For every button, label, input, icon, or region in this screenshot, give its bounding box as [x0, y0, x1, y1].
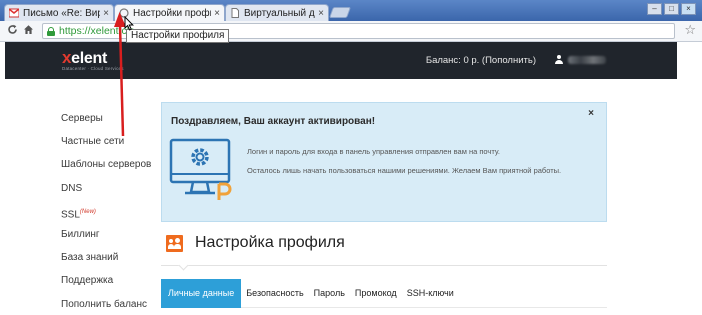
- sidebar-item-dns[interactable]: DNS: [61, 183, 159, 206]
- balance-link[interactable]: Баланс: 0 р. (Пополнить): [426, 55, 536, 66]
- divider-notch: [178, 260, 189, 271]
- browser-tab-label: Настройки профил: [133, 7, 211, 19]
- logo-tagline: Datacenter · Cloud Services: [62, 66, 124, 71]
- browser-toolbar: https://xelent.clo: [0, 21, 702, 42]
- lock-icon: [47, 26, 55, 36]
- alert-close-button[interactable]: ×: [588, 108, 594, 119]
- sidebar-item-support[interactable]: Поддержка: [61, 275, 159, 298]
- browser-tab-label: Виртуальный дата: [244, 7, 315, 19]
- profile-tabs: Личные данные Безопасность Пароль Промок…: [161, 279, 607, 308]
- tab-tooltip: Настройки профиля: [126, 29, 230, 43]
- alert-message-2: Осталось лишь начать пользоваться нашими…: [247, 166, 562, 175]
- window-controls: – □ ×: [647, 3, 696, 15]
- alert-title: Поздравляем, Ваш аккаунт активирован!: [171, 116, 376, 127]
- browser-tab-bar: Письмо «Re: Виртуа × Настройки профил × …: [0, 0, 702, 21]
- new-badge: (New): [79, 208, 96, 215]
- logo-text: elent: [71, 50, 108, 67]
- reload-icon[interactable]: [5, 24, 19, 38]
- browser-tab-mail[interactable]: Письмо «Re: Виртуа ×: [4, 4, 114, 21]
- sidebar-item-ssl[interactable]: SSL(New): [61, 206, 159, 229]
- sidebar-item-top-up[interactable]: Пополнить баланс: [61, 299, 159, 315]
- profile-header: Настройка профиля: [166, 234, 345, 252]
- logo-mark: x: [62, 48, 72, 67]
- tab-close-icon[interactable]: ×: [318, 8, 324, 19]
- user-icon[interactable]: [554, 55, 564, 65]
- tab-close-icon[interactable]: ×: [214, 8, 220, 19]
- tab-close-icon[interactable]: ×: [103, 8, 109, 19]
- new-tab-button[interactable]: [328, 7, 352, 18]
- activation-alert: Поздравляем, Ваш аккаунт активирован! × …: [161, 102, 607, 222]
- alert-message-1: Логин и пароль для входа в панель управл…: [247, 147, 500, 156]
- page-icon: [230, 8, 240, 18]
- tab-personal-data[interactable]: Личные данные: [161, 279, 242, 308]
- tab-password[interactable]: Пароль: [309, 279, 350, 308]
- site-logo[interactable]: xelent Datacenter · Cloud Services: [62, 48, 124, 71]
- sidebar-item-private-networks[interactable]: Частные сети: [61, 136, 159, 159]
- close-window-button[interactable]: ×: [681, 3, 696, 15]
- users-icon: [166, 234, 183, 252]
- tab-ssh-keys[interactable]: SSH-ключи: [402, 279, 459, 308]
- sidebar-item-knowledge-base[interactable]: База знаний: [61, 252, 159, 275]
- username-redacted[interactable]: [568, 56, 606, 64]
- gmail-icon: [8, 8, 20, 18]
- tab-promocode[interactable]: Промокод: [350, 279, 402, 308]
- home-icon[interactable]: [21, 24, 35, 38]
- sidebar-item-billing[interactable]: Биллинг: [61, 229, 159, 252]
- sidebar-item-servers[interactable]: Серверы: [61, 113, 159, 136]
- sidebar-nav: Серверы Частные сети Шаблоны серверов DN…: [61, 113, 159, 315]
- browser-tab-datacenter[interactable]: Виртуальный дата ×: [225, 4, 329, 21]
- star-icon[interactable]: ☆: [684, 22, 696, 38]
- sidebar-item-label: SSL: [61, 209, 80, 221]
- tab-security[interactable]: Безопасность: [241, 279, 308, 308]
- gear-monitor-icon: [169, 138, 239, 204]
- minimize-button[interactable]: –: [647, 3, 662, 15]
- browser-tab-label: Письмо «Re: Виртуа: [23, 7, 100, 19]
- cursor-icon: [124, 15, 134, 34]
- divider: [161, 265, 607, 266]
- page-title: Настройка профиля: [195, 234, 345, 251]
- sidebar-item-server-templates[interactable]: Шаблоны серверов: [61, 159, 159, 182]
- maximize-button[interactable]: □: [664, 3, 679, 15]
